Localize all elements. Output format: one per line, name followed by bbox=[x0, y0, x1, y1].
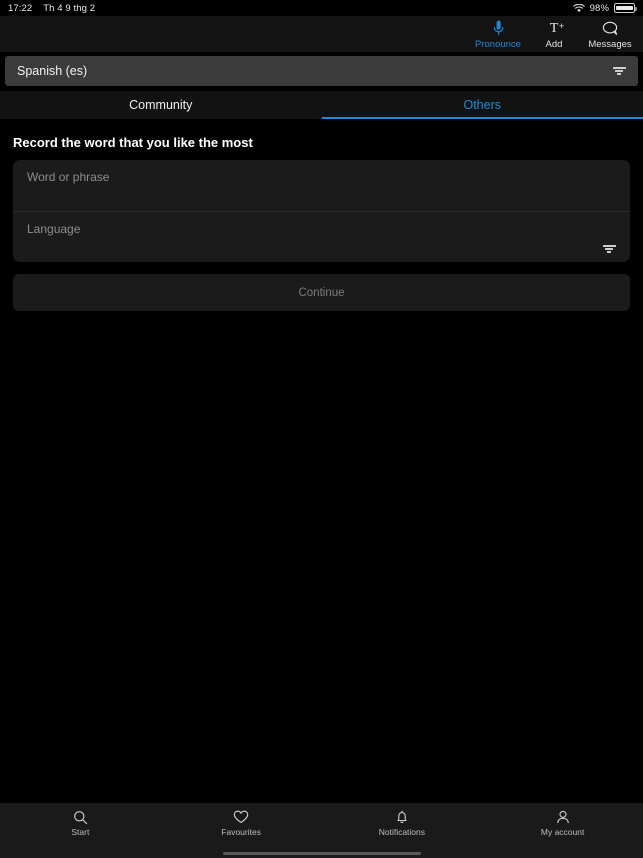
tab-others[interactable]: Others bbox=[321, 91, 643, 119]
nav-label-start: Start bbox=[71, 827, 90, 837]
nav-item-notifications[interactable]: Notifications bbox=[322, 809, 483, 837]
nav-label-my-account: My account bbox=[540, 827, 585, 837]
bell-icon bbox=[395, 809, 409, 825]
toolbar-item-add[interactable]: T + Add bbox=[526, 16, 582, 51]
home-indicator-area bbox=[0, 849, 643, 858]
wifi-icon bbox=[572, 3, 585, 13]
speech-bubble-icon bbox=[602, 19, 619, 38]
add-text-icon: T + bbox=[549, 20, 565, 36]
bottom-navigation: Start Favourites Notifications My accoun… bbox=[0, 803, 643, 849]
word-or-phrase-field[interactable]: Word or phrase bbox=[13, 160, 630, 211]
toolbar-label-add: Add bbox=[545, 39, 563, 50]
person-icon bbox=[556, 809, 570, 825]
top-toolbar: Pronounce T + Add Messages bbox=[0, 16, 643, 52]
nav-item-start[interactable]: Start bbox=[0, 809, 161, 837]
status-bar: 17:22 Th 4 9 thg 2 98% bbox=[0, 0, 643, 16]
search-icon bbox=[73, 809, 88, 825]
tab-community-label: Community bbox=[129, 98, 193, 112]
tab-community[interactable]: Community bbox=[0, 91, 322, 119]
home-indicator[interactable] bbox=[222, 851, 421, 856]
toolbar-label-pronounce: Pronounce bbox=[475, 39, 521, 50]
battery-percentage: 98% bbox=[589, 2, 609, 14]
language-selector-value: Spanish (es) bbox=[17, 64, 88, 78]
page-title: Record the word that you like the most bbox=[13, 135, 253, 150]
app-screen: 17:22 Th 4 9 thg 2 98% Pronounce T + Add… bbox=[0, 0, 643, 858]
language-field-filter-icon[interactable] bbox=[602, 245, 616, 253]
nav-label-favourites: Favourites bbox=[221, 827, 261, 837]
nav-item-favourites[interactable]: Favourites bbox=[161, 809, 322, 837]
battery-icon bbox=[614, 3, 637, 13]
word-or-phrase-placeholder: Word or phrase bbox=[27, 170, 110, 184]
tab-others-label: Others bbox=[463, 98, 501, 112]
toolbar-label-messages: Messages bbox=[588, 39, 632, 50]
status-bar-right: 98% bbox=[572, 2, 637, 14]
language-field[interactable]: Language bbox=[13, 211, 630, 262]
language-placeholder: Language bbox=[27, 222, 81, 236]
status-time: 17:22 bbox=[8, 2, 33, 14]
language-selector-bar[interactable]: Spanish (es) bbox=[5, 56, 638, 86]
status-bar-left: 17:22 Th 4 9 thg 2 bbox=[8, 3, 95, 14]
continue-button-label: Continue bbox=[298, 286, 345, 299]
toolbar-item-pronounce[interactable]: Pronounce bbox=[470, 16, 526, 50]
microphone-icon bbox=[493, 19, 504, 38]
record-form-card: Word or phrase Language bbox=[13, 160, 630, 262]
battery-level-fill bbox=[616, 5, 633, 11]
filter-icon[interactable] bbox=[612, 67, 626, 75]
heart-icon bbox=[233, 809, 249, 825]
main-content: Record the word that you like the most W… bbox=[0, 119, 643, 803]
toolbar-item-messages[interactable]: Messages bbox=[582, 16, 638, 50]
continue-button[interactable]: Continue bbox=[13, 274, 630, 311]
nav-item-my-account[interactable]: My account bbox=[482, 809, 643, 837]
status-date: Th 4 9 thg 2 bbox=[43, 2, 96, 14]
tab-bar: Community Others bbox=[0, 91, 643, 119]
nav-label-notifications: Notifications bbox=[378, 827, 426, 837]
